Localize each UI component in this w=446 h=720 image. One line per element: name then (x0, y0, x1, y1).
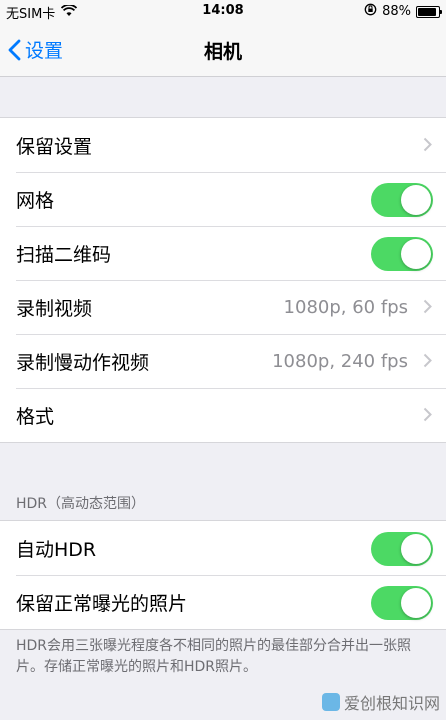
hdr-footer-note: HDR会用三张曝光程度各不相同的照片的最佳部分合并出一张照片。存储正常曝光的照片… (16, 638, 412, 675)
hdr-settings-group: 自动HDR 保留正常曝光的照片 (0, 520, 446, 630)
toggle-knob (401, 588, 431, 618)
hdr-section-header: HDR（高动态范围） (16, 496, 146, 512)
row-preserve-settings[interactable]: 保留设置 (0, 118, 446, 172)
chevron-right-icon (423, 353, 432, 368)
battery-fill (418, 7, 436, 16)
toggle-knob (401, 185, 431, 215)
row-value: 1080p, 60 fps (283, 296, 408, 318)
row-value: 1080p, 240 fps (272, 350, 408, 372)
chevron-right-icon (423, 137, 432, 152)
chevron-right-icon (423, 407, 432, 422)
row-label: 扫描二维码 (16, 243, 112, 266)
auto-hdr-toggle[interactable] (371, 532, 433, 566)
row-label: 录制慢动作视频 (16, 351, 150, 374)
row-label: 保留正常曝光的照片 (16, 592, 188, 615)
row-scan-qr: 扫描二维码 (0, 226, 446, 280)
row-label: 录制视频 (16, 297, 93, 320)
row-label: 保留设置 (16, 135, 93, 158)
grid-toggle[interactable] (371, 183, 433, 217)
row-grid: 网格 (0, 172, 446, 226)
row-label: 格式 (16, 405, 55, 428)
watermark-text: 爱创根知识网 (343, 694, 440, 713)
navigation-bar: 设置 相机 (0, 22, 446, 77)
battery-icon (416, 5, 442, 18)
battery-percent: 88% (382, 4, 411, 19)
row-keep-normal-photo: 保留正常曝光的照片 (0, 575, 446, 629)
status-right: 88% (364, 3, 442, 20)
row-record-video[interactable]: 录制视频 1080p, 60 fps (0, 280, 446, 334)
toggle-knob (401, 534, 431, 564)
row-record-slomo[interactable]: 录制慢动作视频 1080p, 240 fps (0, 334, 446, 388)
chevron-right-icon (423, 299, 432, 314)
row-auto-hdr: 自动HDR (0, 521, 446, 575)
toggle-knob (401, 239, 431, 269)
status-bar: 无SIM卡 14:08 88% (0, 0, 446, 22)
watermark-logo-icon (321, 693, 340, 711)
scan-qr-toggle[interactable] (371, 237, 433, 271)
row-label: 网格 (16, 189, 55, 212)
row-label: 自动HDR (16, 538, 97, 561)
row-formats[interactable]: 格式 (0, 388, 446, 442)
keep-normal-photo-toggle[interactable] (371, 586, 433, 620)
watermark: 爱创根知识网 (321, 690, 440, 714)
camera-settings-group: 保留设置 网格 扫描二维码 录制视频 1080p, 60 fps 录制慢动作视频… (0, 117, 446, 443)
orientation-lock-icon (364, 3, 377, 20)
page-title: 相机 (203, 41, 242, 63)
